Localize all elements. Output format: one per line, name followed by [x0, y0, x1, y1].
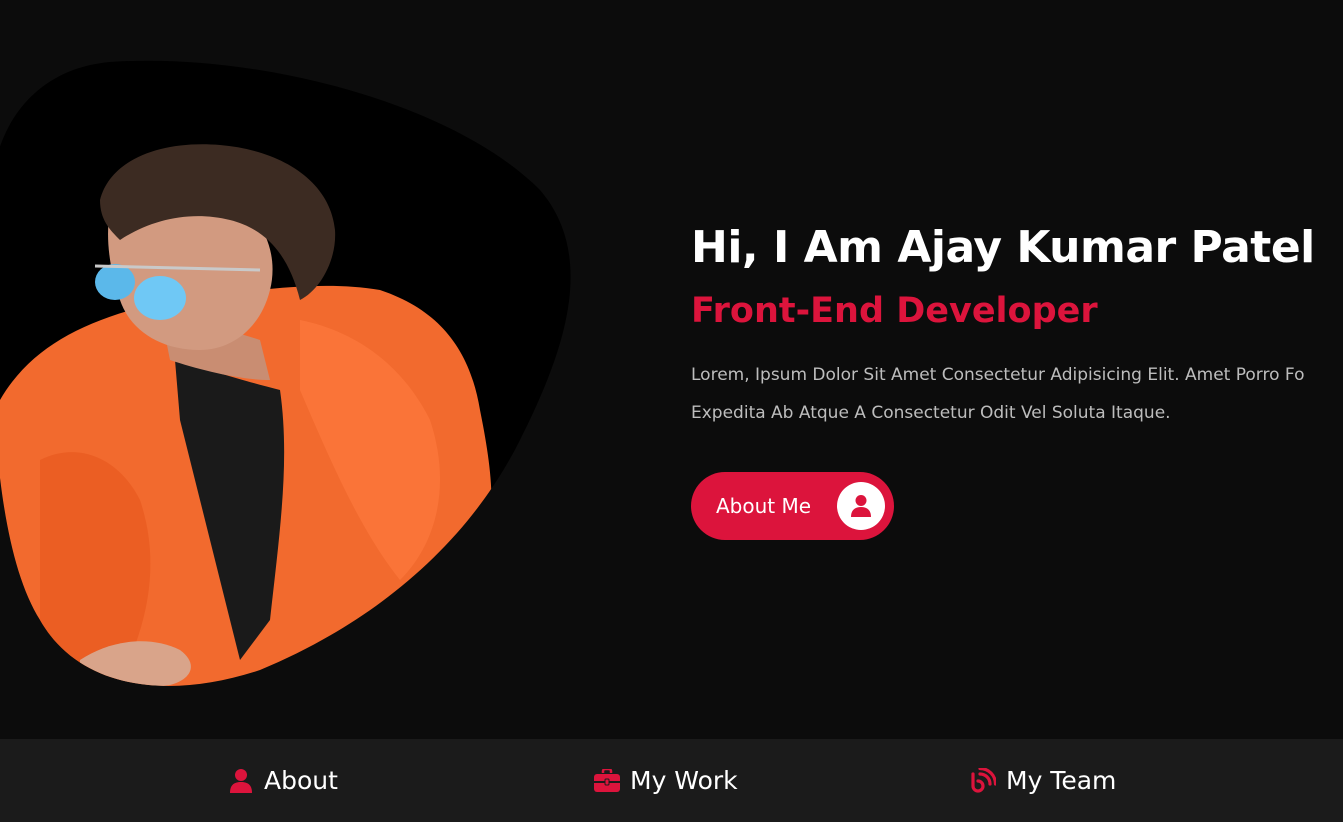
hero-description: Lorem, Ipsum Dolor Sit Amet Consectetur …	[691, 356, 1343, 432]
broadcast-icon	[970, 767, 996, 794]
user-icon	[837, 482, 885, 530]
briefcase-icon	[594, 768, 620, 794]
nav-item-my-work[interactable]: My Work	[594, 739, 738, 822]
hero-role: Front-End Developer	[691, 291, 1098, 331]
hero-section: Hi, I Am Ajay Kumar Patel Front-End Deve…	[691, 212, 1343, 432]
nav-item-label: My Work	[630, 766, 738, 795]
page: Hi, I Am Ajay Kumar Patel Front-End Deve…	[0, 0, 1343, 822]
nav-item-label: About	[264, 766, 338, 795]
nav-item-about[interactable]: About	[228, 739, 338, 822]
user-icon	[228, 768, 254, 794]
nav-item-label: My Team	[1006, 766, 1117, 795]
about-me-button[interactable]: About Me	[691, 472, 894, 540]
hero-description-line-1: Lorem, Ipsum Dolor Sit Amet Consectetur …	[691, 365, 1305, 385]
profile-photo-illustration	[0, 60, 571, 686]
nav-item-my-team[interactable]: My Team	[970, 739, 1116, 822]
hero-title: Hi, I Am Ajay Kumar Patel	[691, 222, 1315, 273]
hero-description-line-2: Expedita Ab Atque A Consectetur Odit Vel…	[691, 403, 1171, 423]
profile-photo	[0, 60, 580, 690]
bottom-nav: About My Work My Team	[0, 739, 1343, 822]
about-me-button-label: About Me	[716, 494, 812, 518]
